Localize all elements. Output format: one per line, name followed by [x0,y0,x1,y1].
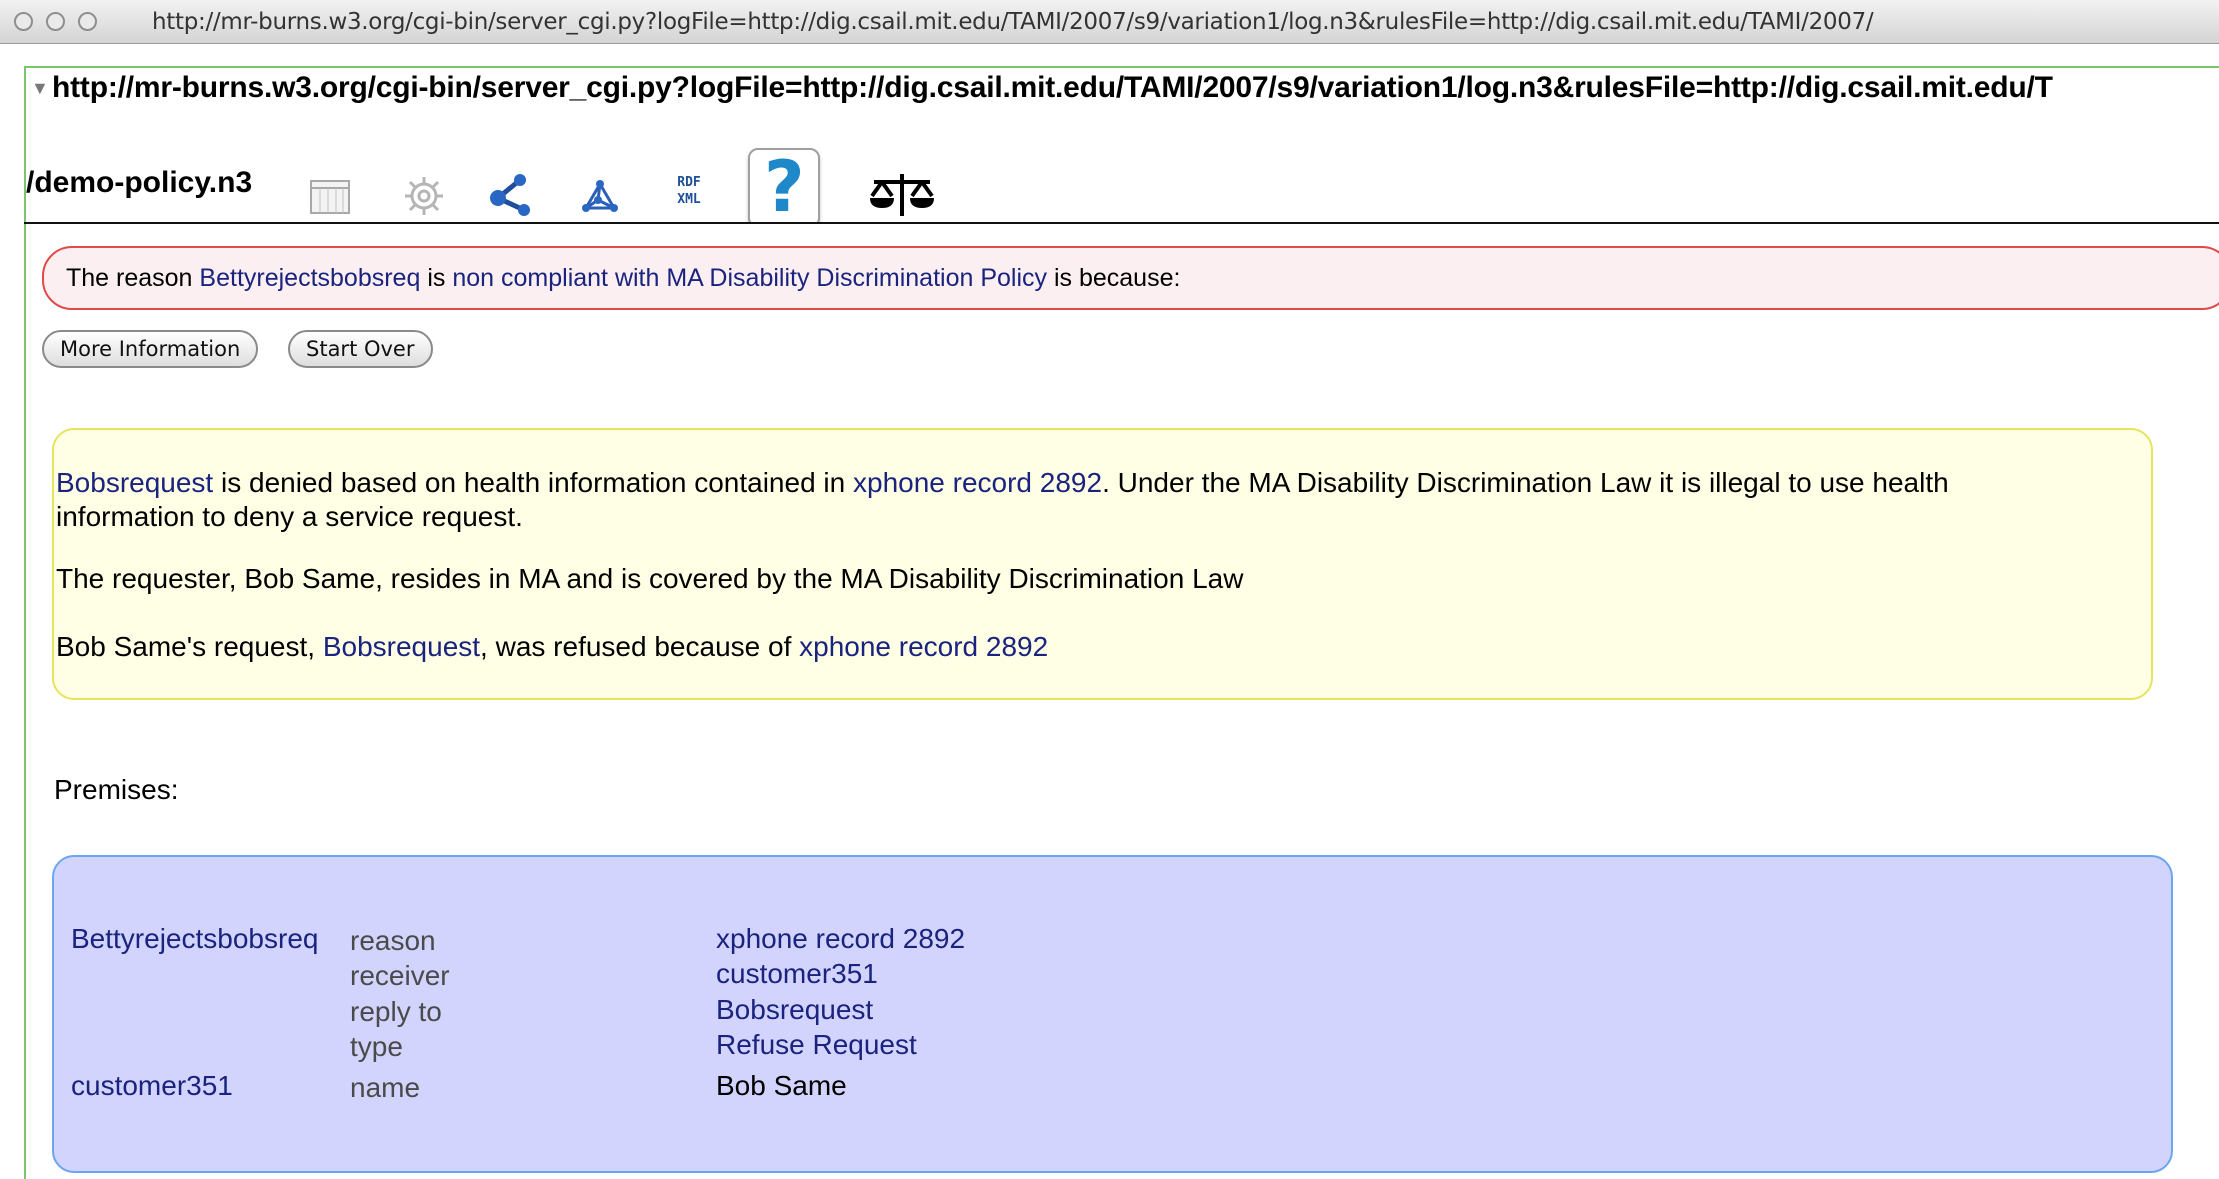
bobsrequest-link-2[interactable]: Bobsrequest [323,631,480,662]
p1-text-2: . Under the MA Disability Discrimination… [1102,467,1949,498]
reason-prefix: The reason [66,264,193,292]
policy-scales-icon[interactable] [866,170,938,220]
explanation-box: Bobsrequest is denied based on health in… [52,428,2153,700]
p3-text-1: Bob Same's request, [56,631,323,662]
subject-header: ▼ http://mr-burns.w3.org/cgi-bin/server_… [24,66,2219,224]
explanation-paragraph-2: The requester, Bob Same, resides in MA a… [56,563,1244,594]
premises-label: Premises: [54,774,179,805]
window-title-bar: http://mr-burns.w3.org/cgi-bin/server_cg… [0,0,2219,44]
rdf-xml-icon[interactable]: RDF XML [670,174,708,218]
premise-subject-1[interactable]: Bettyrejectsbobsreq [71,923,318,955]
subject-url[interactable]: http://mr-burns.w3.org/cgi-bin/server_cg… [52,71,2053,105]
xphone-record-link-2[interactable]: xphone record 2892 [799,631,1048,662]
reason-status-link[interactable]: non compliant with [452,264,659,292]
premise-object-2[interactable]: customer351 [716,958,878,990]
explanation-paragraph-1-line-2: information to deny a service request. [56,501,523,532]
justification-help-button[interactable]: ? [748,146,820,224]
xphone-record-link[interactable]: xphone record 2892 [853,467,1102,498]
more-information-button[interactable]: More Information [42,330,259,368]
xml-label: XML [677,192,701,207]
premise-predicate-5[interactable]: name [350,1072,420,1104]
premise-predicate-2[interactable]: receiver [350,960,450,992]
minimize-window-icon[interactable] [46,12,65,31]
graph-view-icon[interactable] [488,172,534,218]
premises-box: Bettyrejectsbobsreq reason xphone record… [52,855,2173,1173]
reason-text: The reason Bettyrejectsbobsreq is non co… [66,264,1180,293]
explanation-paragraph-1: Bobsrequest is denied based on health in… [56,466,1949,500]
collapse-triangle-icon[interactable]: ▼ [31,78,49,99]
premise-subject-5[interactable]: customer351 [71,1070,233,1102]
premise-object-5: Bob Same [716,1070,847,1101]
molecule-view-icon[interactable] [580,178,620,218]
premise-predicate-4[interactable]: type [350,1031,403,1063]
premise-object-1[interactable]: xphone record 2892 [716,923,965,955]
bobsrequest-link[interactable]: Bobsrequest [56,467,213,498]
p1-text-1: is denied based on health information co… [213,467,853,498]
start-over-button[interactable]: Start Over [288,330,433,368]
premise-object-4[interactable]: Refuse Request [716,1029,917,1061]
close-window-icon[interactable] [14,12,33,31]
window-url: http://mr-burns.w3.org/cgi-bin/server_cg… [152,9,1874,35]
reason-is: is [427,264,446,292]
zoom-window-icon[interactable] [78,12,97,31]
table-view-icon[interactable] [310,180,350,214]
premise-predicate-1[interactable]: reason [350,925,436,957]
reason-message: The reason Bettyrejectsbobsreq is non co… [42,246,2219,310]
reason-policy-link[interactable]: MA Disability Discrimination Policy [666,264,1047,292]
reason-suffix: is because: [1053,264,1181,292]
rdf-label: RDF [677,175,701,190]
subject-url-tail[interactable]: /demo-policy.n3 [26,166,252,200]
p3-text-2: , was refused because of [480,631,800,662]
premise-predicate-3[interactable]: reply to [350,996,442,1028]
explanation-paragraph-3: Bob Same's request, Bobsrequest, was ref… [56,630,1048,664]
help-question-icon: ? [764,146,805,224]
premise-object-3[interactable]: Bobsrequest [716,994,873,1026]
settings-gear-icon[interactable] [402,174,446,218]
reason-subject-link[interactable]: Bettyrejectsbobsreq [199,264,420,292]
